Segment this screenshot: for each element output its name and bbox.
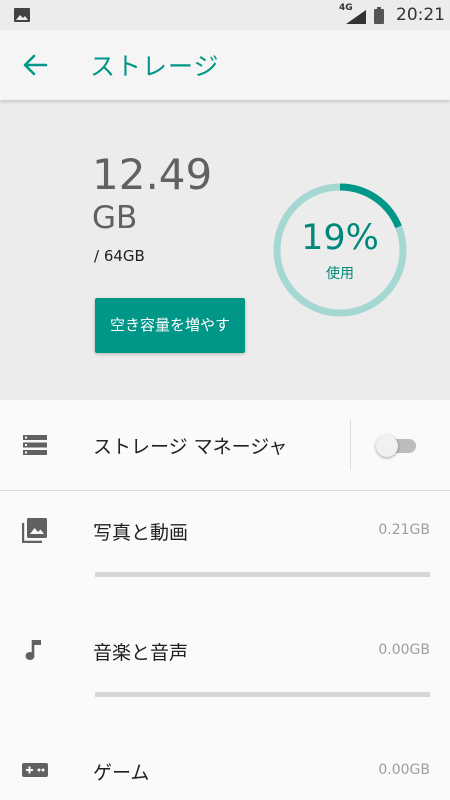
used-storage-value: 12.49 bbox=[92, 150, 213, 199]
divider bbox=[350, 420, 351, 470]
storage-manager-label: ストレージ マネージャ bbox=[93, 436, 288, 458]
usage-ring: 19% 使用 bbox=[270, 180, 410, 320]
free-up-space-button[interactable]: 空き容量を増やす bbox=[95, 298, 245, 353]
app-bar: ストレージ bbox=[0, 30, 450, 100]
usage-label: 使用 bbox=[326, 266, 354, 282]
category-size: 0.00GB bbox=[378, 762, 430, 778]
category-size: 0.00GB bbox=[378, 642, 430, 658]
total-storage: / 64GB bbox=[94, 247, 145, 265]
storage-summary: 12.49 GB / 64GB 空き容量を増やす 19% 使用 bbox=[0, 100, 450, 400]
gamepad-icon bbox=[22, 763, 48, 777]
storage-manager-toggle[interactable] bbox=[376, 433, 416, 457]
photo-icon bbox=[22, 518, 47, 543]
music-note-icon bbox=[25, 640, 41, 660]
status-bar: 4G 20:21 bbox=[0, 0, 450, 30]
storage-manager-row[interactable]: ストレージ マネージャ bbox=[0, 400, 450, 491]
toggle-thumb bbox=[376, 435, 398, 457]
clock: 20:21 bbox=[396, 5, 445, 25]
category-label: ゲーム bbox=[93, 762, 150, 784]
category-label: 写真と動画 bbox=[93, 522, 189, 544]
category-row-music[interactable]: 音楽と音声 0.00GB bbox=[0, 611, 450, 731]
category-label: 音楽と音声 bbox=[93, 642, 189, 664]
signal-icon bbox=[346, 10, 366, 24]
usage-bar bbox=[95, 572, 430, 577]
category-size: 0.21GB bbox=[378, 522, 430, 538]
battery-icon bbox=[374, 7, 384, 24]
used-storage-unit: GB bbox=[92, 200, 138, 236]
usage-percent: 19% bbox=[301, 218, 379, 258]
category-row-photos[interactable]: 写真と動画 0.21GB bbox=[0, 491, 450, 611]
category-row-games[interactable]: ゲーム 0.00GB bbox=[0, 731, 450, 800]
usage-bar bbox=[95, 692, 430, 697]
page-title: ストレージ bbox=[90, 52, 220, 81]
storage-list-icon bbox=[23, 435, 47, 455]
arrow-back-icon[interactable] bbox=[22, 53, 48, 77]
gallery-icon bbox=[14, 8, 30, 22]
